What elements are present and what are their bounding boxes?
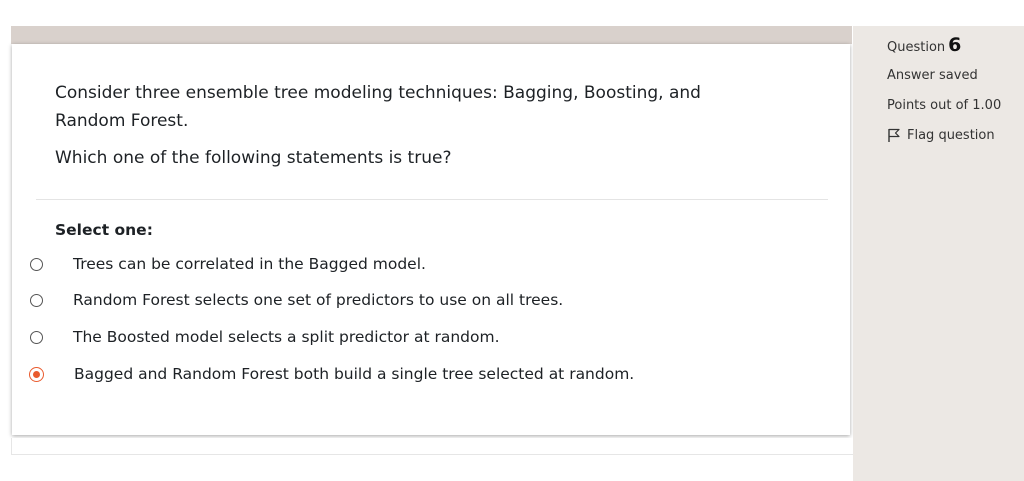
card-bottom-border: [11, 438, 854, 455]
radio-button-checked[interactable]: [29, 366, 44, 382]
question-info-panel: Question 6 Answer saved Points out of 1.0…: [853, 26, 1024, 481]
question-text-line2: Which one of the following statements is…: [55, 148, 452, 168]
flag-question-label[interactable]: Flag question: [907, 128, 995, 143]
question-number-value: 6: [948, 34, 962, 56]
answer-option-2[interactable]: Random Forest selects one set of predict…: [30, 288, 810, 312]
answer-status: Answer saved: [887, 68, 978, 83]
answer-option-label[interactable]: Bagged and Random Forest both build a si…: [74, 365, 634, 383]
question-number: Question 6: [887, 34, 961, 56]
question-text-line1: Consider three ensemble tree modeling te…: [55, 83, 701, 131]
radio-button-unchecked[interactable]: [30, 330, 43, 344]
answer-option-label[interactable]: The Boosted model selects a split predic…: [73, 328, 500, 346]
flag-icon: [888, 128, 900, 142]
divider: [36, 199, 828, 200]
answer-option-3[interactable]: The Boosted model selects a split predic…: [30, 325, 810, 349]
radio-button-unchecked[interactable]: [30, 257, 43, 271]
question-text: Consider three ensemble tree modeling te…: [55, 79, 775, 172]
select-one-prompt: Select one:: [55, 221, 153, 239]
question-card: Consider three ensemble tree modeling te…: [12, 44, 850, 435]
question-header-bar: [11, 26, 852, 44]
answer-option-1[interactable]: Trees can be correlated in the Bagged mo…: [30, 252, 810, 276]
question-label: Question: [887, 40, 946, 55]
answer-option-label[interactable]: Trees can be correlated in the Bagged mo…: [73, 255, 426, 273]
flag-question-link[interactable]: Flag question: [887, 128, 995, 143]
radio-button-unchecked[interactable]: [30, 293, 43, 307]
answer-option-label[interactable]: Random Forest selects one set of predict…: [73, 291, 563, 309]
points-info: Points out of 1.00: [887, 98, 1002, 113]
answer-option-4[interactable]: Bagged and Random Forest both build a si…: [29, 362, 810, 386]
